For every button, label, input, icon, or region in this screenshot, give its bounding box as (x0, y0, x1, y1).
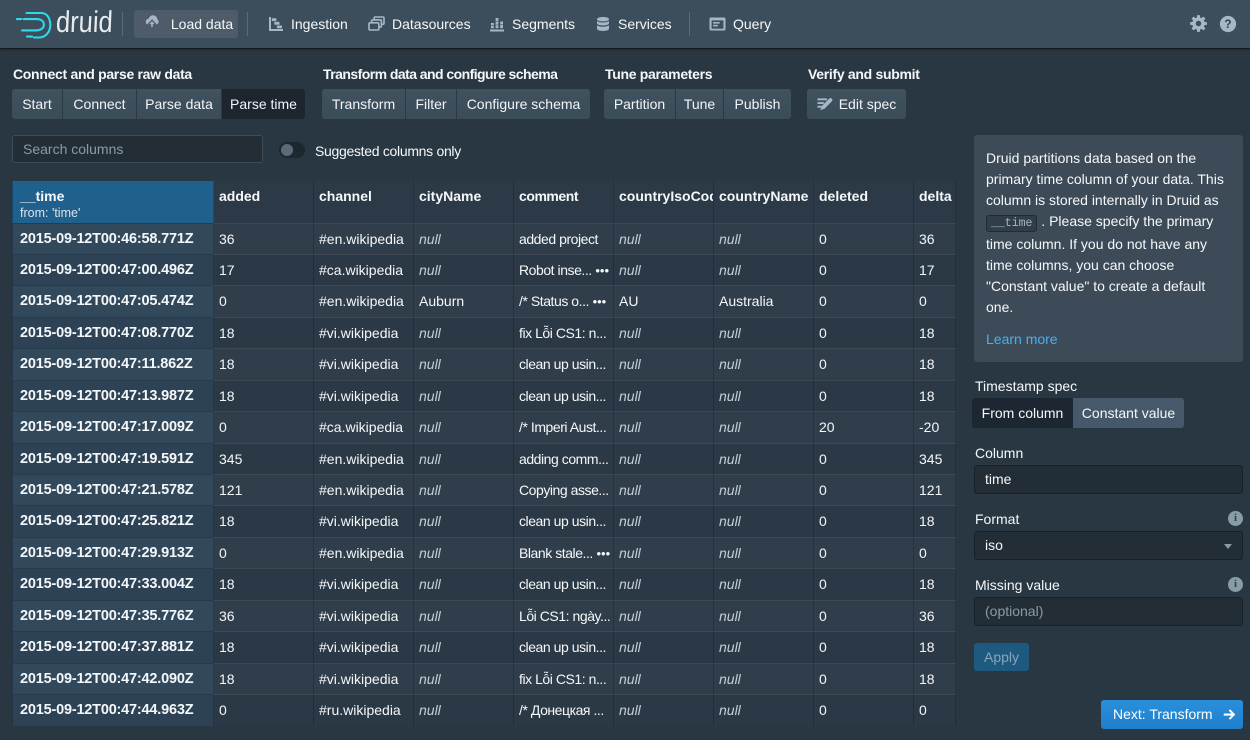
svg-text:?: ? (1224, 18, 1231, 31)
